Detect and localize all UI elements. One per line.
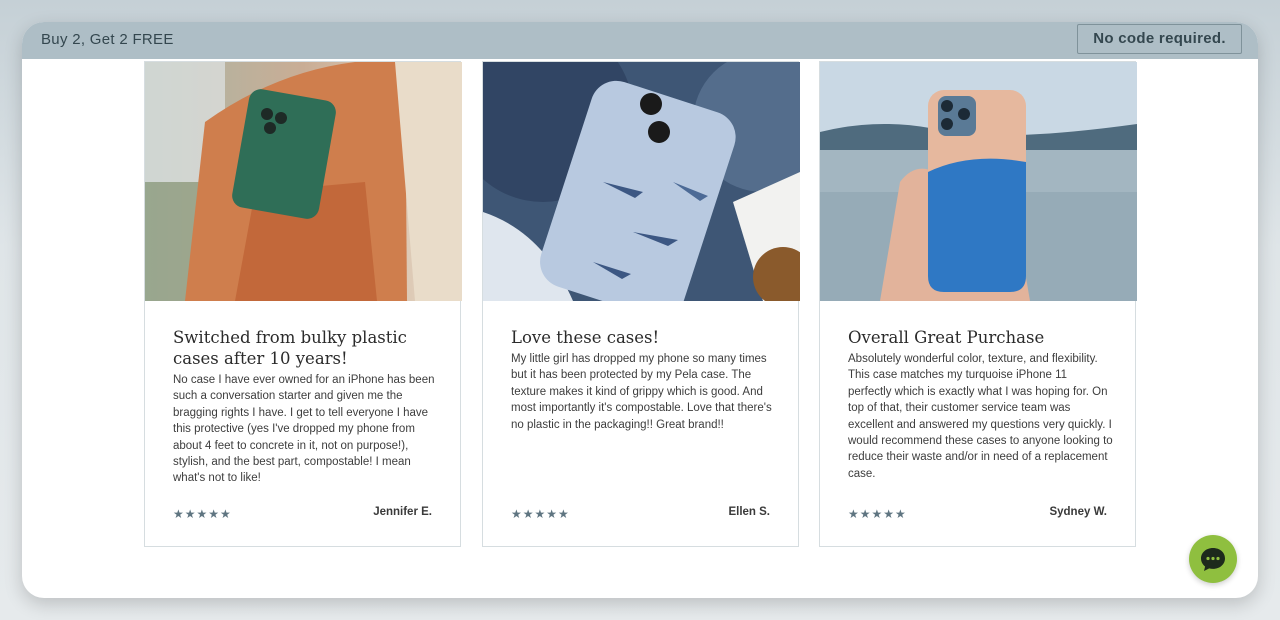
review-photo-lake-case xyxy=(820,62,1137,301)
review-body: Absolutely wonderful color, texture, and… xyxy=(848,353,1113,480)
review-card: Switched from bulky plastic cases after … xyxy=(144,61,462,547)
promo-text: Buy 2, Get 2 FREE xyxy=(41,31,174,48)
promo-banner: Buy 2, Get 2 FREE No code required. xyxy=(22,22,1258,59)
star-rating: ★★★★★ xyxy=(173,507,232,521)
review-body: No case I have ever owned for an iPhone … xyxy=(173,374,435,485)
review-author: Jennifer E. xyxy=(373,506,432,518)
star-rating: ★★★★★ xyxy=(511,507,570,521)
review-author: Ellen S. xyxy=(728,506,770,518)
review-title: Love these cases! xyxy=(511,328,660,347)
review-photo-backpack xyxy=(145,62,462,301)
review-photo-shark-case xyxy=(483,62,800,301)
review-card: Overall Great Purchase Absolutely wonder… xyxy=(819,61,1137,547)
review-card: Love these cases! My little girl has dro… xyxy=(482,61,800,547)
chat-bubble-icon xyxy=(1201,548,1225,571)
review-title: Overall Great Purchase xyxy=(848,328,1045,347)
star-rating: ★★★★★ xyxy=(848,507,907,521)
review-author: Sydney W. xyxy=(1049,506,1107,518)
no-code-badge: No code required. xyxy=(1077,24,1242,54)
review-title: Switched from bulky plastic cases after … xyxy=(173,328,407,368)
review-body: My little girl has dropped my phone so m… xyxy=(511,353,772,431)
chat-button[interactable] xyxy=(1189,535,1237,583)
